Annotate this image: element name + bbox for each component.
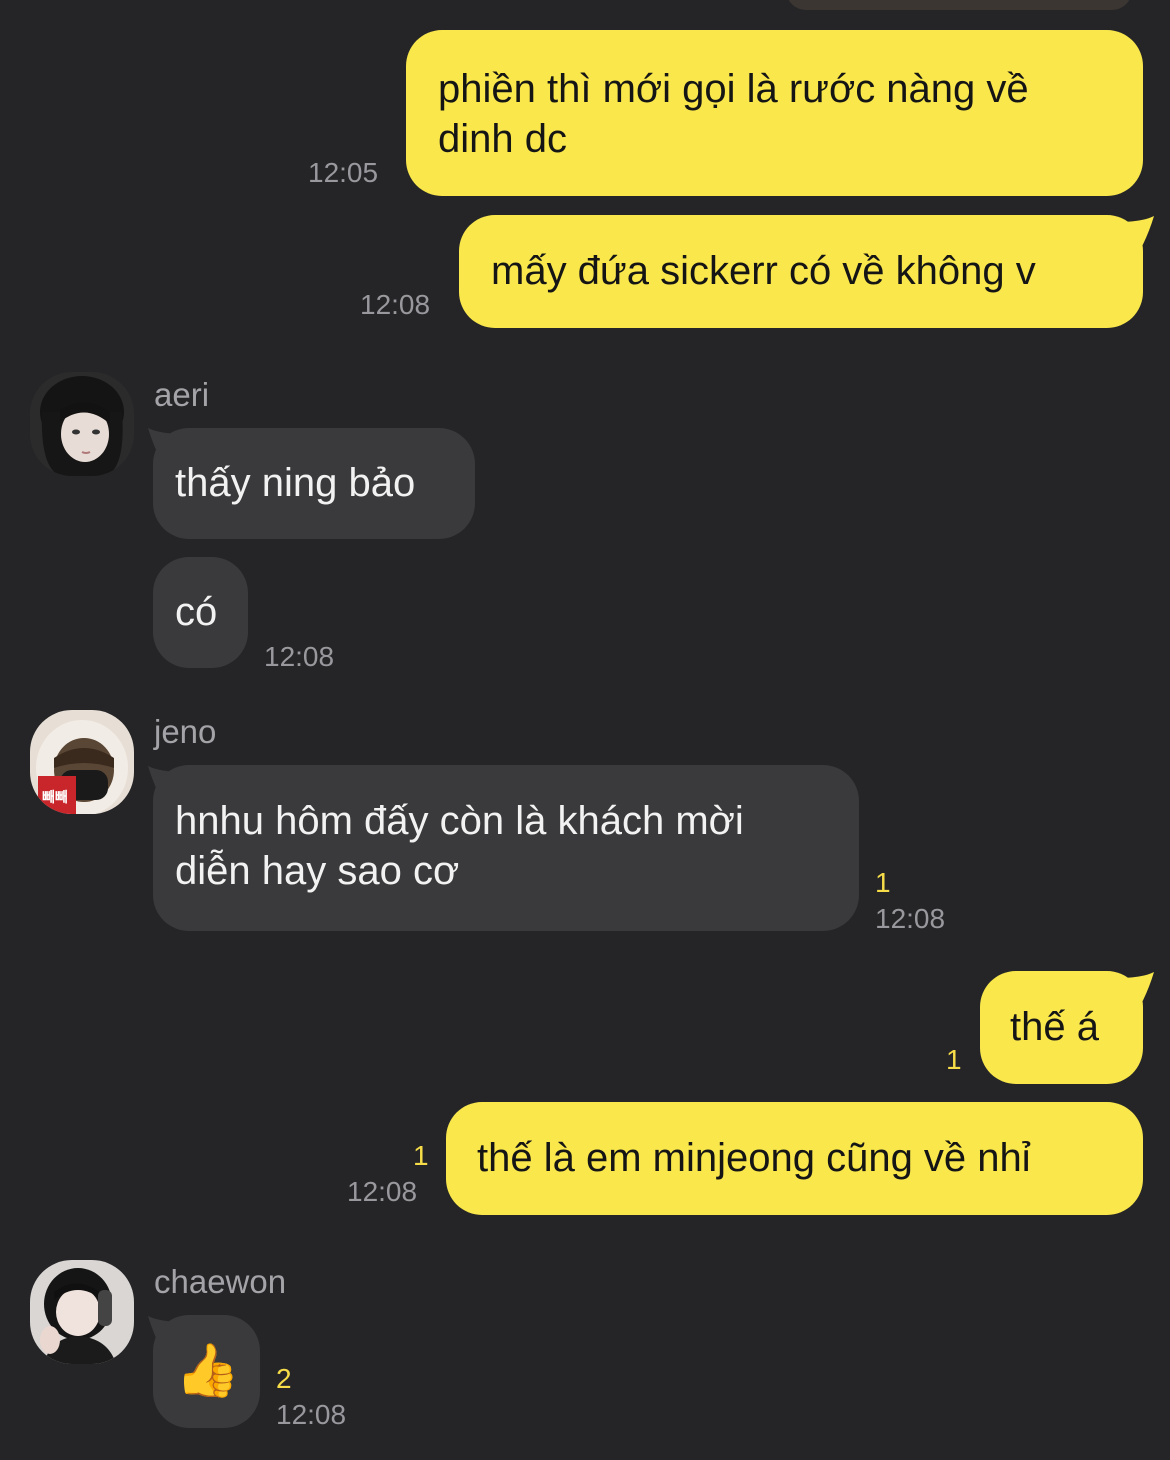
incoming-message-bubble[interactable]: có bbox=[153, 557, 248, 668]
sender-name: aeri bbox=[154, 376, 210, 413]
outgoing-message-bubble[interactable]: mấy đứa sickerr có về không v bbox=[459, 215, 1143, 328]
message-text-line: mấy đứa sickerr có về không v bbox=[491, 249, 1036, 293]
incoming-message-bubble[interactable]: thấy ning bảo bbox=[153, 428, 475, 539]
outgoing-message-bubble[interactable]: thế á bbox=[980, 971, 1143, 1084]
incoming-message-bubble[interactable]: 👍 bbox=[153, 1315, 260, 1428]
message-time: 12:08 bbox=[276, 1399, 347, 1430]
sender-name: jeno bbox=[154, 713, 217, 750]
unread-count: 1 bbox=[413, 1140, 429, 1171]
message-text-line: dinh dc bbox=[438, 117, 567, 161]
unread-count: 2 bbox=[276, 1363, 292, 1394]
message-time: 12:08 bbox=[875, 903, 946, 934]
incoming-message-bubble[interactable]: hnhu hôm đấy còn là khách mời diễn hay s… bbox=[153, 765, 859, 931]
message-text-line: thế là em minjeong cũng về nhỉ bbox=[477, 1136, 1031, 1180]
message-time: 12:05 bbox=[308, 157, 379, 188]
outgoing-message-bubble[interactable]: phiền thì mới gọi là rước nàng về dinh d… bbox=[406, 30, 1143, 196]
message-text-line: có bbox=[175, 590, 218, 634]
avatar-chaewon[interactable] bbox=[30, 1260, 134, 1364]
outgoing-message-bubble[interactable]: thế là em minjeong cũng về nhỉ bbox=[446, 1102, 1143, 1215]
svg-text:빼빼: 빼빼 bbox=[42, 790, 68, 806]
unread-count: 1 bbox=[946, 1044, 962, 1075]
avatar-aeri[interactable] bbox=[30, 372, 134, 476]
unread-count: 1 bbox=[875, 867, 891, 898]
thumbs-up-emoji: 👍 bbox=[175, 1342, 240, 1400]
message-time: 12:08 bbox=[360, 289, 431, 320]
message-time: 12:08 bbox=[264, 641, 335, 672]
message-text-line: hnhu hôm đấy còn là khách mời bbox=[175, 799, 744, 843]
message-text-line: diễn hay sao cơ bbox=[175, 849, 460, 893]
message-text-line: thấy ning bảo bbox=[175, 461, 416, 505]
sender-name: chaewon bbox=[154, 1263, 287, 1300]
message-text-line: phiền thì mới gọi là rước nàng về bbox=[438, 67, 1029, 111]
previous-message-bubble-partial[interactable] bbox=[786, 0, 1132, 10]
message-time: 12:08 bbox=[347, 1176, 418, 1207]
message-text-line: thế á bbox=[1010, 1005, 1099, 1049]
avatar-jeno[interactable]: 빼빼 bbox=[30, 710, 134, 814]
